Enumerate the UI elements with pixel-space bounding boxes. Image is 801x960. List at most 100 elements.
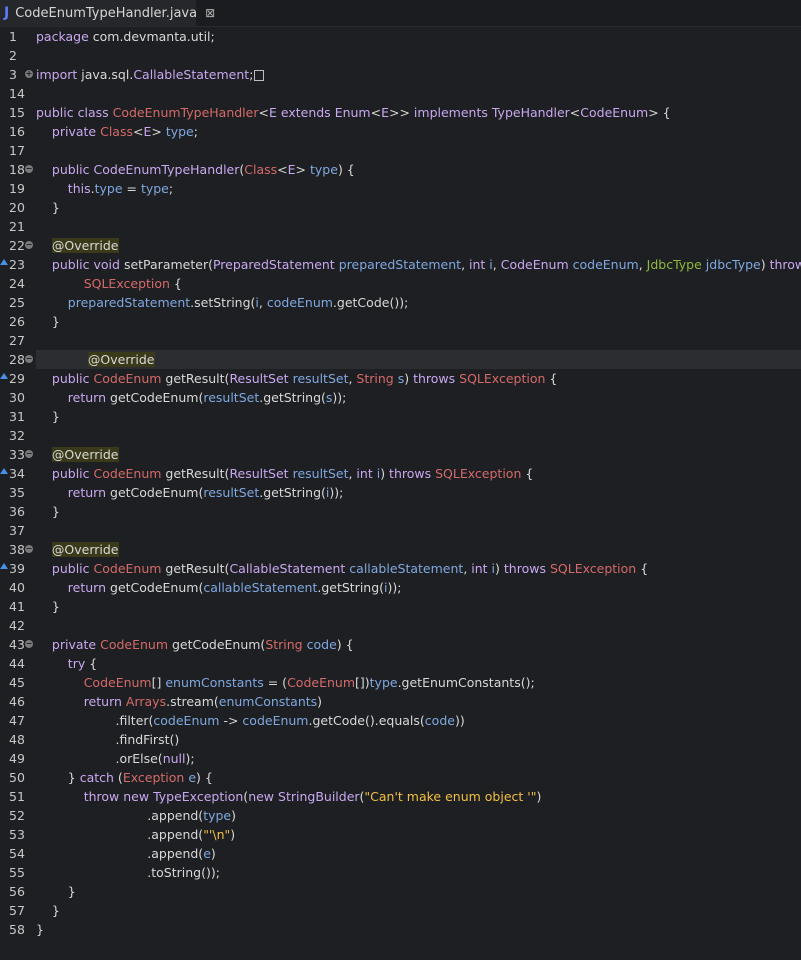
code-line-47[interactable]: 47 .filter(codeEnum -> codeEnum.getCode(… xyxy=(0,711,801,730)
code-line-28[interactable]: 28− @Override xyxy=(9,350,801,369)
gutter[interactable]: 31 xyxy=(0,407,36,426)
gutter[interactable]: 35 xyxy=(0,483,36,502)
code-line-52[interactable]: 52 .append(type) xyxy=(0,806,801,825)
gutter[interactable]: 15 xyxy=(0,103,36,122)
code-line-40[interactable]: 40 return getCodeEnum(callableStatement.… xyxy=(0,578,801,597)
gutter[interactable]: 19 xyxy=(0,179,36,198)
gutter[interactable]: 47 xyxy=(0,711,36,730)
code-line-2[interactable]: 2 xyxy=(0,46,801,65)
code-line-53[interactable]: 53 .append("'\n") xyxy=(0,825,801,844)
code-line-21[interactable]: 21 xyxy=(0,217,801,236)
gutter[interactable]: 36 xyxy=(0,502,36,521)
code-line-1[interactable]: 1 package com.devmanta.util; xyxy=(0,27,801,46)
code-line-27[interactable]: 27 xyxy=(0,331,801,350)
fold-collapse-icon[interactable]: − xyxy=(25,640,33,648)
fold-collapse-icon[interactable]: − xyxy=(25,241,33,249)
code-line-17[interactable]: 17 xyxy=(0,141,801,160)
code-line-45[interactable]: 45 CodeEnum[] enumConstants = (CodeEnum[… xyxy=(0,673,801,692)
code-line-39[interactable]: 39 public CodeEnum getResult(CallableSta… xyxy=(0,559,801,578)
gutter[interactable]: 53 xyxy=(0,825,36,844)
code-line-23[interactable]: 23 public void setParameter(PreparedStat… xyxy=(0,255,801,274)
gutter[interactable]: 24 xyxy=(0,274,36,293)
code-line-38[interactable]: 38− @Override xyxy=(0,540,801,559)
gutter[interactable]: 42 xyxy=(0,616,36,635)
gutter[interactable]: 32 xyxy=(0,426,36,445)
gutter[interactable]: 48 xyxy=(0,730,36,749)
gutter[interactable]: 43− xyxy=(0,635,36,654)
gutter[interactable]: 27 xyxy=(0,331,36,350)
gutter[interactable]: 26 xyxy=(0,312,36,331)
code-line-3[interactable]: 3 + import java.sql.CallableStatement; xyxy=(0,65,801,84)
gutter[interactable]: 54 xyxy=(0,844,36,863)
gutter[interactable]: 21 xyxy=(0,217,36,236)
gutter[interactable]: 44 xyxy=(0,654,36,673)
override-marker-icon[interactable] xyxy=(0,563,8,569)
code-line-19[interactable]: 19 this.type = type; xyxy=(0,179,801,198)
editor-tab[interactable]: J CodeEnumTypeHandler.java ⊠ xyxy=(0,0,215,26)
code-line-20[interactable]: 20 } xyxy=(0,198,801,217)
gutter[interactable]: 45 xyxy=(0,673,36,692)
code-editor[interactable]: 1 package com.devmanta.util; 2 3 + import jav… xyxy=(0,27,801,960)
code-line-51[interactable]: 51 throw new TypeException(new StringBui… xyxy=(0,787,801,806)
code-line-18[interactable]: 18− public CodeEnumTypeHandler(Class<E> … xyxy=(0,160,801,179)
gutter[interactable]: 2 xyxy=(0,46,36,65)
code-line-24[interactable]: 24 SQLException { xyxy=(0,274,801,293)
gutter[interactable]: 29 xyxy=(0,369,36,388)
gutter[interactable]: 25 xyxy=(0,293,36,312)
code-line-29[interactable]: 29 public CodeEnum getResult(ResultSet r… xyxy=(0,369,801,388)
code-line-44[interactable]: 44 try { xyxy=(0,654,801,673)
gutter[interactable]: 28− xyxy=(0,350,36,369)
gutter[interactable]: 50 xyxy=(0,768,36,787)
close-icon[interactable]: ⊠ xyxy=(205,6,215,20)
code-line-46[interactable]: 46 return Arrays.stream(enumConstants) xyxy=(0,692,801,711)
gutter[interactable]: 33− xyxy=(0,445,36,464)
code-line-36[interactable]: 36 } xyxy=(0,502,801,521)
gutter[interactable]: 18− xyxy=(0,160,36,179)
code-line-58[interactable]: 58} xyxy=(0,920,801,939)
gutter[interactable]: 52 xyxy=(0,806,36,825)
override-marker-icon[interactable] xyxy=(0,373,8,379)
code-line-32[interactable]: 32 xyxy=(0,426,801,445)
gutter[interactable]: 58 xyxy=(0,920,36,939)
gutter[interactable]: 34 xyxy=(0,464,36,483)
code-line-22[interactable]: 22− @Override xyxy=(0,236,801,255)
gutter[interactable]: 55 xyxy=(0,863,36,882)
code-line-25[interactable]: 25 preparedStatement.setString(i, codeEn… xyxy=(0,293,801,312)
code-line-14[interactable]: 14 xyxy=(0,84,801,103)
gutter[interactable]: 17 xyxy=(0,141,36,160)
code-line-31[interactable]: 31 } xyxy=(0,407,801,426)
code-line-57[interactable]: 57 } xyxy=(0,901,801,920)
gutter[interactable]: 38− xyxy=(0,540,36,559)
code-line-54[interactable]: 54 .append(e) xyxy=(0,844,801,863)
gutter[interactable]: 51 xyxy=(0,787,36,806)
code-line-56[interactable]: 56 } xyxy=(0,882,801,901)
code-line-48[interactable]: 48 .findFirst() xyxy=(0,730,801,749)
gutter[interactable]: 57 xyxy=(0,901,36,920)
code-line-16[interactable]: 16 private Class<E> type; xyxy=(0,122,801,141)
override-marker-icon[interactable] xyxy=(0,468,8,474)
code-line-37[interactable]: 37 xyxy=(0,521,801,540)
gutter[interactable]: 39 xyxy=(0,559,36,578)
code-line-34[interactable]: 34 public CodeEnum getResult(ResultSet r… xyxy=(0,464,801,483)
gutter[interactable]: 56 xyxy=(0,882,36,901)
gutter[interactable]: 40 xyxy=(0,578,36,597)
gutter[interactable]: 30 xyxy=(0,388,36,407)
gutter[interactable]: 14 xyxy=(0,84,36,103)
gutter[interactable]: 46 xyxy=(0,692,36,711)
gutter[interactable]: 23 xyxy=(0,255,36,274)
code-line-30[interactable]: 30 return getCodeEnum(resultSet.getStrin… xyxy=(0,388,801,407)
code-line-15[interactable]: 15 public class CodeEnumTypeHandler<E ext… xyxy=(0,103,801,122)
code-line-33[interactable]: 33− @Override xyxy=(0,445,801,464)
code-line-50[interactable]: 50 } catch (Exception e) { xyxy=(0,768,801,787)
gutter[interactable]: 37 xyxy=(0,521,36,540)
fold-collapse-icon[interactable]: − xyxy=(25,355,33,363)
fold-collapse-icon[interactable]: − xyxy=(25,165,33,173)
code-line-42[interactable]: 42 xyxy=(0,616,801,635)
code-line-55[interactable]: 55 .toString()); xyxy=(0,863,801,882)
gutter[interactable]: 22− xyxy=(0,236,36,255)
gutter[interactable]: 3 + xyxy=(0,65,36,84)
code-line-41[interactable]: 41 } xyxy=(0,597,801,616)
collapsed-imports-icon[interactable] xyxy=(254,70,265,81)
gutter[interactable]: 1 xyxy=(0,27,36,46)
code-line-26[interactable]: 26 } xyxy=(0,312,801,331)
